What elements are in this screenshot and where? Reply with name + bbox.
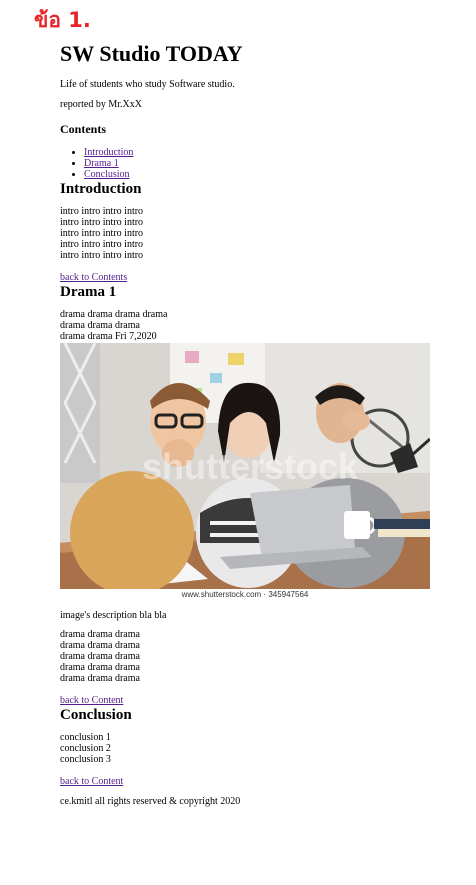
text-line: drama drama drama — [60, 320, 140, 331]
watermark-text: shutterstock — [142, 446, 359, 487]
drama-text-after: drama drama drama drama drama drama dram… — [60, 629, 460, 684]
text-line: intro intro intro intro — [60, 250, 144, 261]
text-line: drama drama drama drama — [60, 309, 168, 320]
introduction-text: intro intro intro intro intro intro intr… — [60, 206, 460, 261]
text-line: intro intro intro intro — [60, 239, 144, 250]
image-caption: www.shutterstock.com · 345947564 — [181, 590, 309, 599]
text-line: conclusion 2 — [60, 743, 111, 754]
table-of-contents: Introduction Drama 1 Conclusion — [60, 147, 460, 180]
page-title: SW Studio TODAY — [60, 41, 243, 66]
students-at-laptop-image: shutterstock — [60, 343, 430, 589]
toc-link-conclusion[interactable]: Conclusion — [84, 169, 130, 180]
drama-photo: shutterstock www.shutterstock.com · 3459… — [60, 343, 430, 600]
text-line: conclusion 1 — [60, 732, 111, 743]
toc-item: Conclusion — [84, 169, 460, 180]
contents-heading: Contents — [60, 122, 107, 136]
question-label: ข้อ 1. — [34, 8, 91, 32]
text-line: drama drama Fri 7,2020 — [60, 331, 157, 342]
drama-text-before: drama drama drama drama drama drama dram… — [60, 309, 460, 342]
text-line: drama drama drama — [60, 662, 140, 673]
toc-link-drama-1[interactable]: Drama 1 — [84, 158, 119, 169]
image-description: image's description bla bla — [60, 610, 167, 621]
text-line: conclusion 3 — [60, 754, 111, 765]
text-line: intro intro intro intro — [60, 206, 144, 217]
text-line: drama drama drama — [60, 640, 140, 651]
toc-item: Introduction — [84, 147, 460, 158]
toc-link-introduction[interactable]: Introduction — [84, 147, 133, 158]
text-line: drama drama drama — [60, 651, 140, 662]
back-to-content-link[interactable]: back to Content — [60, 695, 123, 706]
text-line: intro intro intro intro — [60, 217, 144, 228]
drama-heading: Drama 1 — [60, 284, 117, 300]
footer-copyright: ce.kmitl all rights reserved & copyright… — [60, 796, 241, 807]
back-to-contents-link[interactable]: back to Contents — [60, 272, 127, 283]
toc-item: Drama 1 — [84, 158, 460, 169]
introduction-heading: Introduction — [60, 181, 142, 197]
text-line: drama drama drama — [60, 629, 140, 640]
back-to-content-link[interactable]: back to Content — [60, 776, 123, 787]
page-subtitle: Life of students who study Software stud… — [60, 79, 235, 90]
conclusion-heading: Conclusion — [60, 707, 132, 723]
text-line: drama drama drama — [60, 673, 140, 684]
reporter-line: reported by Mr.XxX — [60, 99, 142, 110]
text-line: intro intro intro intro — [60, 228, 144, 239]
conclusion-text: conclusion 1 conclusion 2 conclusion 3 — [60, 732, 460, 765]
page-content: SW Studio TODAY Life of students who stu… — [60, 40, 460, 807]
